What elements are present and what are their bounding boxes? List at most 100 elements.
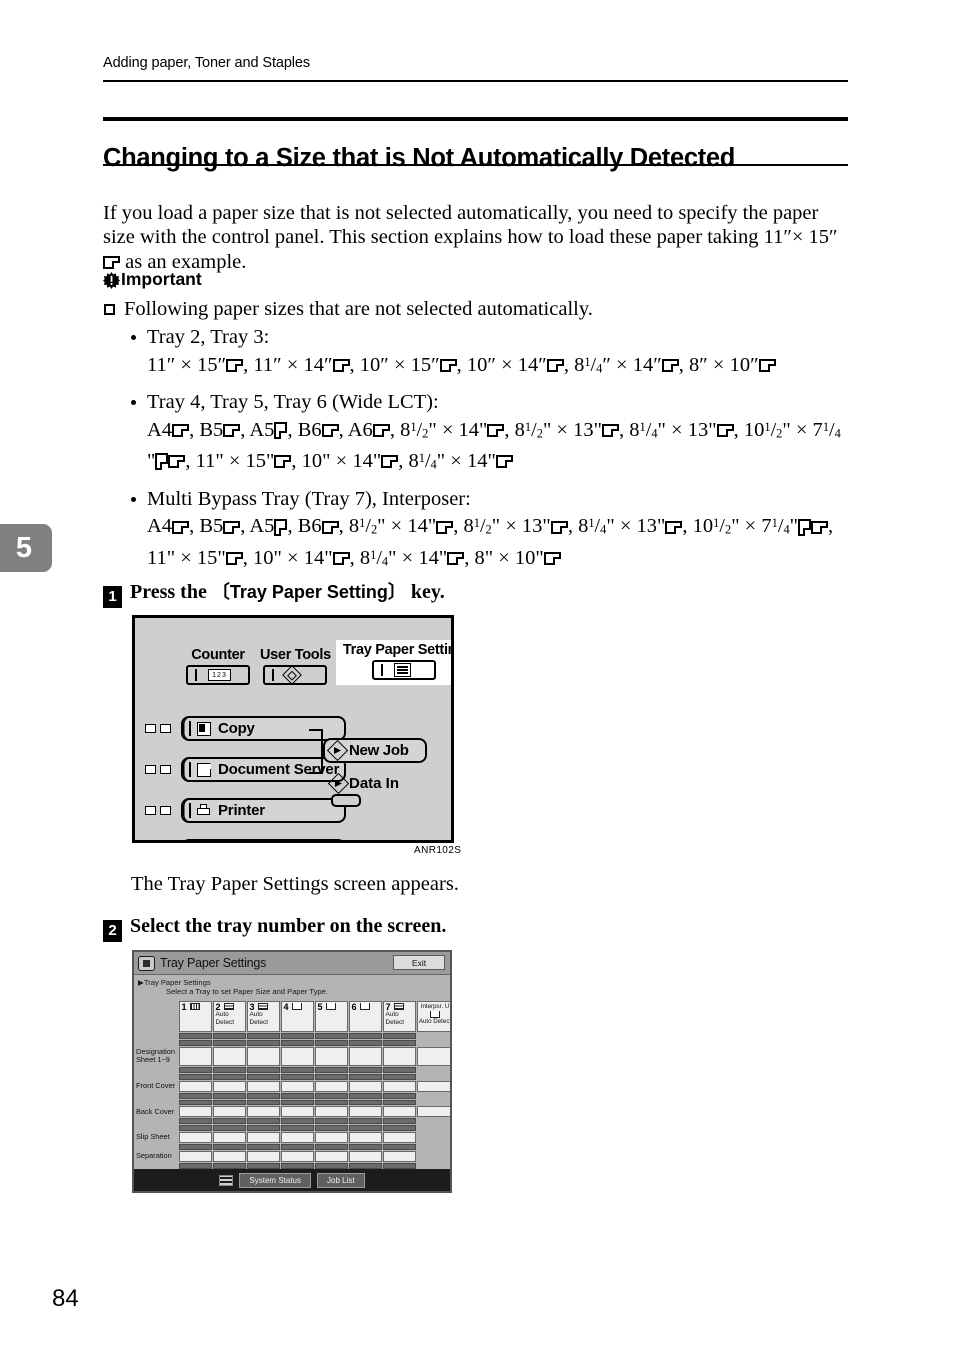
tray-bar[interactable] [314,1143,348,1150]
tray-bar[interactable] [178,1118,212,1125]
tray-bar[interactable] [314,1092,348,1099]
tray-bar[interactable] [348,1092,382,1099]
tray-bar[interactable] [280,1143,314,1150]
table-cell[interactable] [246,1080,280,1092]
printer-function-row[interactable]: Printer [145,798,346,823]
tray-bar[interactable] [314,1073,348,1080]
table-cell[interactable] [314,1046,348,1067]
tray-column-2[interactable]: 2 Auto Detect [212,1000,246,1033]
tray-bar[interactable] [246,1067,280,1073]
tray-bar[interactable] [212,1039,246,1046]
tray-bar[interactable] [212,1067,246,1073]
tray-bar[interactable] [246,1099,280,1106]
tray-bar[interactable] [348,1039,382,1046]
table-cell[interactable] [314,1131,348,1143]
tray-bar[interactable] [212,1162,246,1169]
tray-bar[interactable] [178,1039,212,1046]
table-cell[interactable] [212,1150,246,1162]
tray-bar[interactable] [314,1118,348,1125]
tray-bar[interactable] [382,1118,416,1125]
table-cell[interactable] [178,1150,212,1162]
table-cell[interactable] [246,1131,280,1143]
table-cell[interactable] [382,1131,416,1143]
table-cell[interactable] [178,1131,212,1143]
tray-bar[interactable] [280,1039,314,1046]
tray-bar[interactable] [212,1125,246,1131]
table-cell[interactable] [280,1131,314,1143]
tray-column-6[interactable]: 6 [348,1000,382,1033]
tray-bar[interactable] [212,1099,246,1106]
system-status-button[interactable]: System Status [239,1172,311,1188]
tray-bar[interactable] [212,1073,246,1080]
tray-bar[interactable] [280,1118,314,1125]
scanner-button[interactable]: Scanner [181,839,346,840]
tray-column-7[interactable]: 7 Auto Detect [382,1000,416,1033]
user-tools-key[interactable]: User Tools [255,647,336,685]
tray-bar[interactable] [246,1073,280,1080]
tray-bar[interactable] [382,1099,416,1106]
job-list-button[interactable]: Job List [317,1172,365,1188]
tray-bar[interactable] [212,1092,246,1099]
table-cell[interactable] [314,1150,348,1162]
table-cell[interactable] [348,1131,382,1143]
tray-column-5[interactable]: 5 [314,1000,348,1033]
table-cell[interactable] [212,1046,246,1067]
tray-bar[interactable] [280,1033,314,1039]
tray-bar[interactable] [178,1067,212,1073]
tray-bar[interactable] [382,1143,416,1150]
tray-bar[interactable] [178,1092,212,1099]
table-cell[interactable] [382,1150,416,1162]
tray-bar[interactable] [178,1073,212,1080]
tray-bar[interactable] [314,1039,348,1046]
table-cell[interactable] [178,1080,212,1092]
table-cell[interactable] [348,1106,382,1118]
tray-bar[interactable] [178,1125,212,1131]
table-cell[interactable] [348,1150,382,1162]
tray-bar[interactable] [246,1125,280,1131]
tray-bar[interactable] [280,1099,314,1106]
tray-bar[interactable] [382,1067,416,1073]
tray-bar[interactable] [178,1099,212,1106]
tray-paper-setting-key[interactable]: Tray Paper Setting [335,640,451,685]
tray-bar[interactable] [348,1162,382,1169]
tray-bar[interactable] [314,1033,348,1039]
tray-bar[interactable] [280,1162,314,1169]
tray-bar[interactable] [382,1162,416,1169]
tray-bar[interactable] [280,1092,314,1099]
table-cell[interactable] [280,1080,314,1092]
tray-bar[interactable] [382,1073,416,1080]
table-cell[interactable] [314,1080,348,1092]
tray-bar[interactable] [348,1099,382,1106]
tray-bar[interactable] [212,1143,246,1150]
tray-bar[interactable] [348,1033,382,1039]
tray-bar[interactable] [178,1033,212,1039]
tray-bar[interactable] [246,1162,280,1169]
tray-bar[interactable] [246,1118,280,1125]
new-job-button[interactable]: New Job [323,738,427,763]
table-cell[interactable] [348,1080,382,1092]
tray-bar[interactable] [314,1125,348,1131]
tray-bar[interactable] [280,1125,314,1131]
tray-bar[interactable] [212,1118,246,1125]
table-cell[interactable] [416,1046,450,1067]
table-cell[interactable] [382,1080,416,1092]
table-cell[interactable] [382,1106,416,1118]
tray-bar[interactable] [246,1092,280,1099]
tray-paper-setting-key-button[interactable] [371,660,436,680]
tray-bar[interactable] [382,1033,416,1039]
tray-bar[interactable] [314,1162,348,1169]
table-cell[interactable] [212,1131,246,1143]
table-cell[interactable] [280,1150,314,1162]
exit-button[interactable]: Exit [393,955,445,970]
tray-bar[interactable] [246,1143,280,1150]
tray-bar[interactable] [280,1073,314,1080]
printer-button[interactable]: Printer [181,798,346,823]
table-cell[interactable] [348,1046,382,1067]
tray-bar[interactable] [280,1067,314,1073]
tray-bar[interactable] [314,1099,348,1106]
tray-bar[interactable] [212,1033,246,1039]
table-cell[interactable] [212,1106,246,1118]
tray-bar[interactable] [246,1033,280,1039]
scanner-function-row[interactable]: Scanner [145,839,346,840]
interposer-upper-column[interactable]: Interpsr. U Auto Detect [416,1000,450,1033]
